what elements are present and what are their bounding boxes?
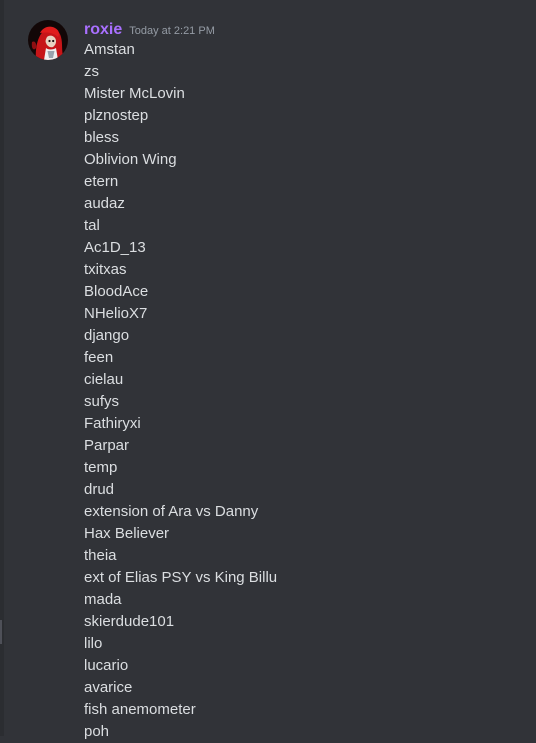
message-line: django <box>84 327 130 344</box>
message-line: plznostep <box>84 107 149 124</box>
message-content: Amstan zs Mister McLovin plznostep bless… <box>84 39 277 743</box>
message-line: mada <box>84 591 122 608</box>
message-line: Ac1D_13 <box>84 239 146 256</box>
message-line: drud <box>84 481 115 498</box>
message-line: temp <box>84 459 118 476</box>
message-line: theia <box>84 547 117 564</box>
message-line: lilo <box>84 635 103 652</box>
chat-message: roxie Today at 2:21 PM Amstan zs Mister … <box>0 0 536 740</box>
message-line: sufys <box>84 393 120 410</box>
message-line: lucario <box>84 657 129 674</box>
message-line: bless <box>84 129 120 146</box>
message-line: Amstan <box>84 41 135 58</box>
message-line: Parpar <box>84 437 130 454</box>
message-line: ext of Elias PSY vs King Billu <box>84 569 278 586</box>
message-line: Hax Believer <box>84 525 170 542</box>
message-line: poh <box>84 723 110 740</box>
message-line: tal <box>84 217 100 234</box>
message-line: audaz <box>84 195 125 212</box>
message-line: zs <box>84 63 99 80</box>
message-line: txitxas <box>84 261 127 278</box>
message-line: fish anemometer <box>84 701 196 718</box>
message-line: avarice <box>84 679 133 696</box>
message-line: etern <box>84 173 119 190</box>
message-header: roxie Today at 2:21 PM <box>84 19 215 41</box>
user-avatar-icon[interactable] <box>28 20 68 60</box>
message-line: Oblivion Wing <box>84 151 177 168</box>
avatar-image <box>28 20 68 60</box>
message-line: extension of Ara vs Danny <box>84 503 259 520</box>
message-line: BloodAce <box>84 283 149 300</box>
message-line: feen <box>84 349 114 366</box>
message-line: Mister McLovin <box>84 85 185 102</box>
username[interactable]: roxie <box>84 19 122 41</box>
message-line: skierdude101 <box>84 613 175 630</box>
message-line: Fathiryxi <box>84 415 141 432</box>
message-line: NHelioX7 <box>84 305 148 322</box>
message-line: cielau <box>84 371 124 388</box>
